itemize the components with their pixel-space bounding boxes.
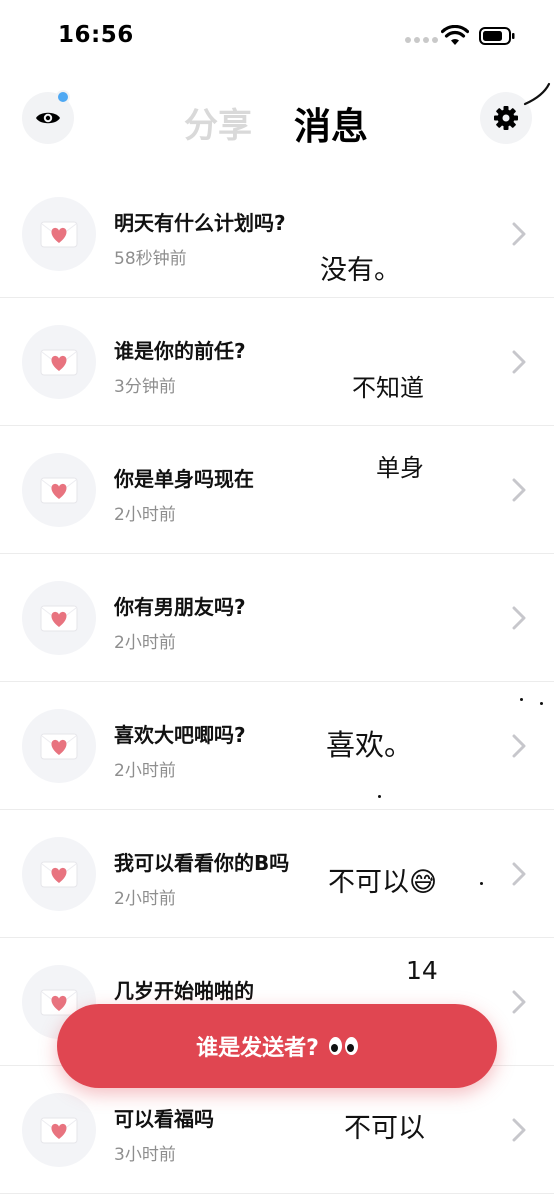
status-time: 16:56 [58,22,134,48]
tab-share[interactable]: 分享 [184,98,252,147]
message-question: 可以看福吗 [114,1107,214,1131]
eye-icon [36,112,60,124]
chevron-right-icon [512,478,526,502]
handwritten-answer: 不知道 [352,374,424,402]
eyes-emoji-icon [328,1037,358,1055]
envelope-heart-icon [22,197,96,271]
message-row[interactable]: 明天有什么计划吗? 58秒钟前 没有。 [0,170,554,298]
tab-messages[interactable]: 消息 [294,96,368,150]
message-time: 58秒钟前 [114,249,187,269]
handwritten-answer: 单身 [376,454,424,482]
handwritten-answer: 不可以 [344,1113,425,1144]
chevron-right-icon [512,862,526,886]
header: 分享 消息 [0,80,554,160]
message-row[interactable]: 谁是你的前任? 3分钟前 不知道 [0,298,554,426]
chevron-right-icon [512,606,526,630]
message-question: 你有男朋友吗? [114,595,246,619]
pen-stroke-doodle [523,82,551,106]
envelope-heart-icon [22,453,96,527]
message-question: 你是单身吗现在 [114,467,254,491]
gear-icon [494,106,518,130]
doodle-dot [480,882,483,885]
handwritten-answer: 没有。 [320,255,401,286]
cellular-signal-icon [405,37,438,43]
handwritten-answer: 14 [406,956,438,985]
doodle-dot [540,702,543,705]
message-time: 2小时前 [114,633,176,653]
cta-label: 谁是发送者? [196,1036,319,1061]
envelope-heart-icon [22,709,96,783]
message-row[interactable]: 我可以看看你的B吗 2小时前 不可以😅 [0,810,554,938]
chevron-right-icon [512,1118,526,1142]
message-question: 几岁开始啪啪的 [114,979,254,1003]
message-row[interactable]: 你有男朋友吗? 2小时前 [0,554,554,682]
chevron-right-icon [512,222,526,246]
battery-icon [479,27,515,45]
message-question: 明天有什么计划吗? [114,211,286,235]
message-question: 喜欢大吧唧吗? [114,723,246,747]
message-time: 2小时前 [114,761,176,781]
message-question: 我可以看看你的B吗 [114,851,290,875]
envelope-heart-icon [22,325,96,399]
message-time: 2小时前 [114,889,176,909]
message-time: 3分钟前 [114,377,176,397]
message-time: 3小时前 [114,1145,176,1165]
chevron-right-icon [512,990,526,1014]
doodle-dot [520,698,523,701]
message-row[interactable]: 喜欢大吧唧吗? 2小时前 喜欢。 [0,682,554,810]
chevron-right-icon [512,350,526,374]
doodle-dot [378,795,381,798]
notification-dot [56,90,70,104]
message-time: 2小时前 [114,505,176,525]
handwritten-answer: 不可以😅 [328,867,438,898]
envelope-heart-icon [22,1093,96,1167]
message-question: 谁是你的前任? [114,339,246,363]
envelope-heart-icon [22,581,96,655]
status-bar: 16:56 [0,0,554,72]
wifi-icon [441,25,469,45]
who-is-sender-button[interactable]: 谁是发送者? [57,1004,497,1088]
envelope-heart-icon [22,837,96,911]
message-row[interactable]: 你是单身吗现在 2小时前 单身 [0,426,554,554]
visibility-button[interactable] [22,90,74,144]
chevron-right-icon [512,734,526,758]
handwritten-answer: 喜欢。 [326,728,414,762]
